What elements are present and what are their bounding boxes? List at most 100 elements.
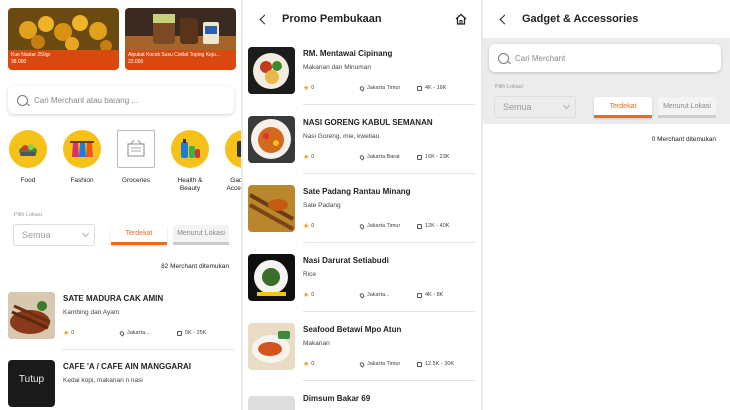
merchant-location: Jakarta Timur [367,85,401,91]
merchant-meta: ★ 0 Jakarta... 5K - 25K [63,329,233,337]
category-gadget[interactable]: Gadget & Accessories [222,130,241,193]
star-icon: ★ [303,361,310,368]
merchant-description: Kambing dan Ayam [63,309,120,316]
merchant-thumbnail [8,292,55,339]
merchant-meta: ★ 0 Jakarta Barat 16K - 23K [303,153,473,161]
divider [62,349,234,350]
location-label: Pilih Lokasi [495,84,523,90]
category-label: Fashion [70,177,94,184]
merchant-description: Nasi Goreng, mie, kwetiau [303,133,380,140]
health-beauty-icon [171,130,209,168]
search-placeholder: Cari Merchant [515,53,566,63]
home-screen: Kue Nastar 250gr 38.000 Alpukat Kocok Su… [0,0,241,410]
list-item[interactable]: Tutup CAFE 'A / CAFE AIN MANGGARAI Kedai… [8,360,234,410]
chevron-down-icon [81,229,90,238]
promo-banner-2[interactable]: Alpukat Kocok Susu Coklat Toping Keju...… [125,8,236,70]
merchant-rating: 0 [71,330,75,336]
location-pin-icon [358,222,366,230]
merchant-meta: ★ 0 Jakarta Timur 12K - 40K [303,222,473,230]
merchant-name: Dimsum Bakar 69 [303,394,371,403]
page-title: Gadget & Accessories [522,13,639,25]
list-item[interactable]: SATE MADURA CAK AMIN Kambing dan Ayam ★ 0… [8,292,234,344]
search-icon [17,94,28,106]
list-item[interactable]: Sate Padang Rantau Minang Sate Padang ★ 0… [248,185,476,237]
sort-by-location-button[interactable]: Menurut Lokasi [173,225,229,245]
merchant-location: Jakarta... [367,292,390,298]
header: Gadget & Accessories [483,0,730,38]
banner-caption: Alpukat Kocok Susu Coklat Toping Keju...… [125,50,236,70]
category-fashion[interactable]: Fashion [60,130,104,185]
merchant-name: Seafood Betawi Mpo Atun [303,325,402,334]
banner-image [125,8,236,50]
divider [303,173,475,174]
merchant-name: Nasi Darurat Setiabudi [303,256,389,265]
merchant-rating: 0 [311,85,315,91]
merchant-location: Jakarta... [127,330,150,336]
merchant-thumbnail [248,116,295,163]
location-select[interactable]: Semua [494,96,576,118]
merchant-price: 4K - 8K [425,292,444,298]
location-value: Semua [22,230,51,240]
list-item[interactable]: Dimsum Bakar 69 [248,392,476,410]
divider [303,380,475,381]
divider [303,104,475,105]
list-item[interactable]: Seafood Betawi Mpo Atun Makanan ★ 0 Jakar… [248,323,476,375]
banner-title: Kue Nastar 250gr [11,52,51,58]
gadget-icon [225,130,241,168]
search-icon [498,52,509,64]
category-row: Food Fashion Groceries Health & Beauty G… [0,126,241,196]
merchant-meta: ★ 0 Jakarta Timur 12.5K - 30K [303,360,473,368]
category-food[interactable]: Food [6,130,50,185]
merchant-count: 82 Merchant ditemukan [161,263,229,270]
fashion-icon [63,130,101,168]
price-icon [417,292,422,298]
merchant-name: CAFE 'A / CAFE AIN MANGGARAI [63,362,191,371]
sort-nearest-button[interactable]: Terdekat [111,225,167,245]
merchant-price: 12.5K - 30K [425,361,455,367]
divider [303,311,475,312]
merchant-name: NASI GORENG KABUL SEMANAN [303,118,433,127]
merchant-rating: 0 [311,154,315,160]
location-pin-icon [358,84,366,92]
category-groceries[interactable]: Groceries [114,130,158,185]
search-input[interactable]: Cari Merchant atau barang ... [8,86,234,114]
list-item[interactable]: RM. Mentawai Cipinang Makanan dan Minuma… [248,47,476,99]
sort-by-location-button[interactable]: Menurut Lokasi [658,97,716,118]
category-label: Groceries [121,177,151,184]
banner-image [8,8,119,52]
merchant-meta: ★ 0 Jakarta Timur 4K - 16K [303,84,473,92]
list-item[interactable]: Nasi Darurat Setiabudi Rice ★ 0 Jakarta..… [248,254,476,306]
merchant-thumbnail [248,47,295,94]
merchant-price: 5K - 25K [185,330,207,336]
search-input[interactable]: Cari Merchant [489,44,721,72]
banner-title: Alpukat Kocok Susu Coklat Toping Keju... [128,52,220,58]
location-pin-icon [358,153,366,161]
category-label: Food [20,177,36,184]
merchant-description: Kedai kopi, makanan n nasi [63,377,143,384]
star-icon: ★ [303,154,310,161]
star-icon: ★ [63,330,70,337]
banner-price: 38.000 [11,59,27,65]
back-arrow-icon[interactable] [259,14,270,24]
location-select[interactable]: Semua [13,224,95,246]
promo-banner-1[interactable]: Kue Nastar 250gr 38.000 [8,8,119,70]
location-value: Semua [503,102,532,112]
merchant-rating: 0 [311,292,315,298]
category-health-beauty[interactable]: Health & Beauty [168,130,212,193]
location-pin-icon [358,291,366,299]
merchant-price: 12K - 40K [425,223,450,229]
merchant-price: 16K - 23K [425,154,450,160]
merchant-thumbnail: Tutup [8,360,55,407]
home-icon[interactable] [455,13,467,25]
sort-nearest-button[interactable]: Terdekat [594,97,652,118]
location-label: Pilih Lokasi [14,212,42,218]
merchant-thumbnail [248,396,295,410]
merchant-name: RM. Mentawai Cipinang [303,49,393,58]
merchant-meta: ★ 0 Jakarta... 4K - 8K [303,291,473,299]
back-arrow-icon[interactable] [499,14,510,24]
list-item[interactable]: NASI GORENG KABUL SEMANAN Nasi Goreng, m… [248,116,476,168]
merchant-thumbnail [248,323,295,370]
page-title: Promo Pembukaan [282,13,382,25]
banner-price: 22.000 [128,59,144,65]
header: Promo Pembukaan [243,0,481,38]
